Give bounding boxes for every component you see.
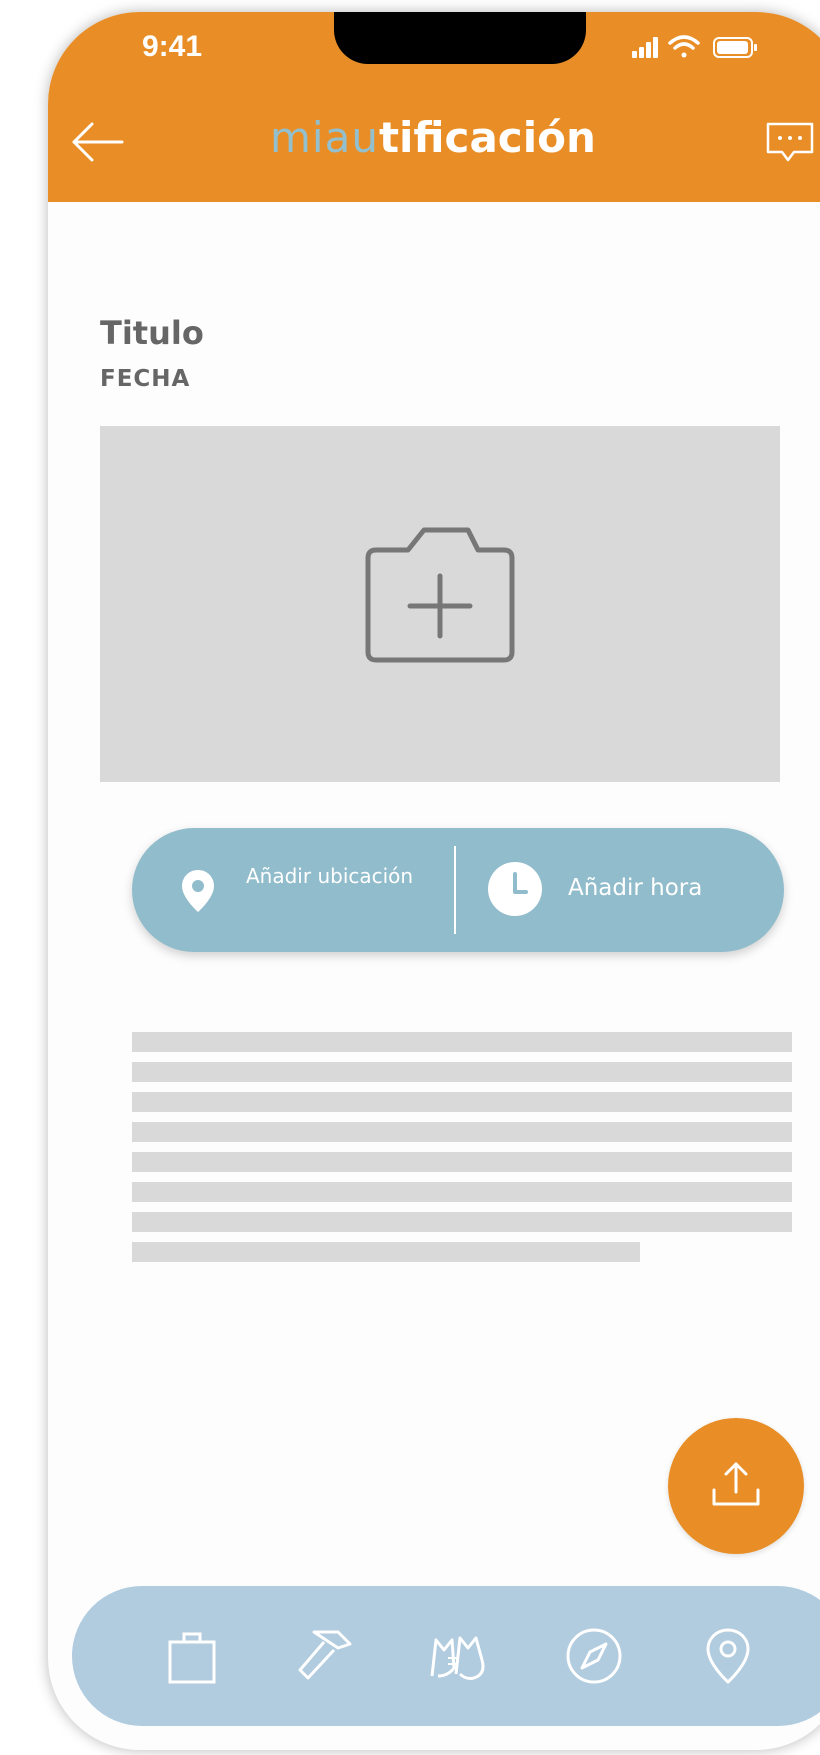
bottom-nav <box>72 1586 820 1726</box>
app-title-part1: miau <box>270 113 379 162</box>
compass-icon[interactable] <box>562 1624 626 1688</box>
phone-frame: 9:41 miautificación Titulo FECHA Añadir … <box>48 12 820 1750</box>
text-placeholder-line <box>132 1122 792 1142</box>
share-button[interactable] <box>668 1418 804 1554</box>
add-time-button[interactable]: Añadir hora <box>456 828 784 952</box>
text-placeholder-line <box>132 1212 792 1232</box>
app-header: 9:41 miautificación <box>48 12 820 202</box>
wifi-icon <box>668 35 700 58</box>
battery-icon <box>713 37 757 58</box>
text-placeholder-line <box>132 1062 792 1082</box>
camera-plus-icon <box>365 527 515 663</box>
notch <box>334 12 586 64</box>
add-location-label: Añadir ubicación <box>246 864 414 888</box>
hammer-icon[interactable] <box>294 1624 358 1688</box>
page-title: Titulo <box>100 314 204 352</box>
map-pin-icon <box>182 870 214 912</box>
add-location-button[interactable]: Añadir ubicación <box>132 828 454 952</box>
text-placeholder-line <box>132 1092 792 1112</box>
shopping-bag-icon[interactable] <box>160 1624 224 1688</box>
app-title-part2: tificación <box>378 113 596 162</box>
clock-icon <box>488 862 542 916</box>
app-title: miautificación <box>270 110 596 166</box>
add-time-label: Añadir hora <box>568 875 703 901</box>
chat-bubble-icon[interactable] <box>764 118 816 170</box>
text-placeholder-line <box>132 1182 792 1202</box>
upload-icon <box>712 1462 760 1506</box>
status-icons <box>632 35 757 58</box>
location-pin-icon[interactable] <box>696 1624 760 1688</box>
text-placeholder-line <box>132 1152 792 1172</box>
back-arrow-icon[interactable] <box>70 120 126 164</box>
status-time: 9:41 <box>142 30 203 63</box>
signal-icon <box>632 37 658 58</box>
add-photo-area[interactable] <box>100 426 780 782</box>
page-date: FECHA <box>100 366 191 392</box>
text-placeholder-line <box>132 1032 792 1052</box>
cats-icon[interactable] <box>428 1624 492 1688</box>
action-pill: Añadir ubicación Añadir hora <box>132 828 784 952</box>
text-placeholder-line <box>132 1242 640 1262</box>
